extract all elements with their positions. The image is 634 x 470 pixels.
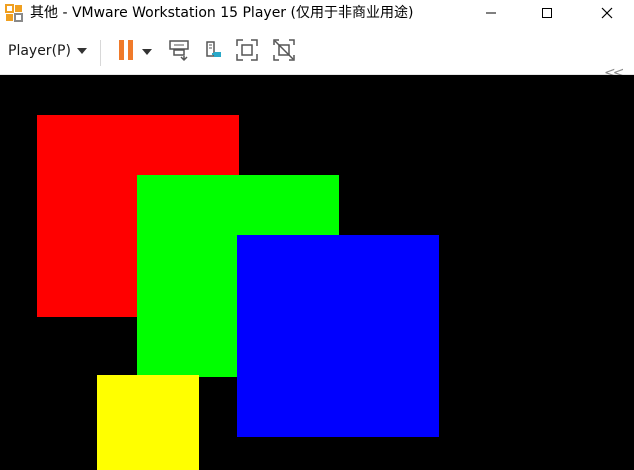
player-menu-label: Player(P) bbox=[8, 43, 71, 59]
window-title: 其他 - VMware Workstation 15 Player (仅用于非商… bbox=[30, 5, 414, 21]
toolbar: Player(P) << bbox=[0, 26, 634, 80]
title-bar[interactable]: 其他 - VMware Workstation 15 Player (仅用于非商… bbox=[0, 0, 634, 26]
maximize-button[interactable] bbox=[524, 0, 570, 26]
player-menu-button[interactable]: Player(P) bbox=[8, 40, 87, 62]
close-icon bbox=[601, 4, 613, 23]
unity-button[interactable] bbox=[270, 38, 298, 66]
minimize-icon bbox=[485, 4, 497, 23]
maximize-icon bbox=[541, 4, 553, 23]
close-button[interactable] bbox=[584, 0, 630, 26]
vmware-logo-icon bbox=[5, 4, 23, 22]
minimize-button[interactable] bbox=[468, 0, 514, 26]
send-ctrl-alt-del-icon bbox=[168, 38, 192, 66]
full-screen-button[interactable] bbox=[233, 38, 261, 66]
guest-display[interactable] bbox=[0, 75, 634, 470]
unity-icon bbox=[272, 38, 296, 66]
pause-menu-chevron-icon[interactable] bbox=[142, 49, 152, 55]
chevron-down-icon bbox=[76, 48, 87, 54]
removable-devices-button[interactable] bbox=[200, 38, 228, 66]
send-ctrl-alt-del-button[interactable] bbox=[166, 38, 194, 66]
pause-button[interactable] bbox=[112, 38, 140, 66]
blue-square bbox=[237, 235, 439, 437]
full-screen-icon bbox=[235, 38, 259, 66]
removable-devices-icon bbox=[202, 38, 226, 66]
toolbar-divider bbox=[100, 40, 101, 66]
yellow-square bbox=[97, 375, 199, 470]
vmware-player-window: 其他 - VMware Workstation 15 Player (仅用于非商… bbox=[0, 0, 634, 470]
pause-icon bbox=[116, 39, 136, 65]
